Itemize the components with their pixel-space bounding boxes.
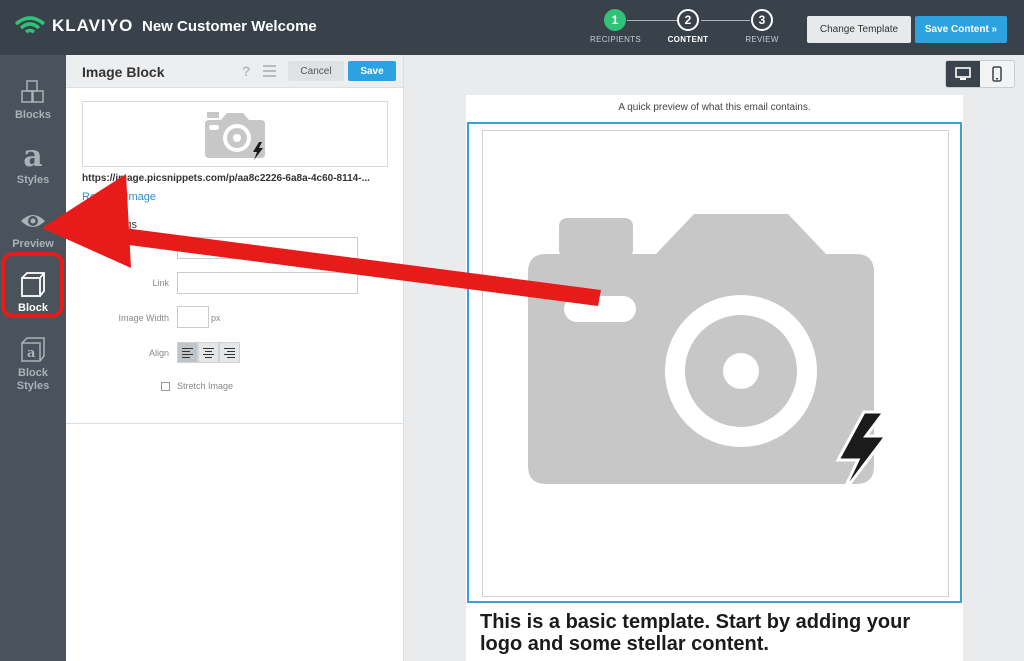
align-right-button[interactable] xyxy=(219,342,240,363)
sidebar-item-styles[interactable]: a Styles xyxy=(0,142,66,187)
sidebar-item-label: Blocks xyxy=(14,109,52,121)
link-input[interactable] xyxy=(177,272,358,294)
image-width-label: Image Width xyxy=(118,313,169,323)
preview-highlight-ring xyxy=(1,252,64,318)
step-content[interactable]: 2 CONTENT xyxy=(663,9,713,44)
menu-icon[interactable] xyxy=(263,65,276,80)
alt-text-input[interactable] xyxy=(177,237,358,259)
blocks-icon xyxy=(21,80,44,103)
step-number: 1 xyxy=(604,9,626,31)
align-center-button[interactable] xyxy=(198,342,219,363)
brand-name: KLAVIYO xyxy=(52,16,134,35)
image-block-editor: Image Block ? Cancel Save https://image.… xyxy=(66,55,404,661)
tool-sidebar: Blocks a Styles Preview Block a Block St… xyxy=(0,55,66,661)
stretch-image-label: Stretch Image xyxy=(177,381,234,391)
desktop-icon xyxy=(955,67,971,80)
image-thumbnail[interactable] xyxy=(82,101,388,167)
step-label: RECIPIENTS xyxy=(590,35,642,44)
sidebar-item-label: Preview xyxy=(12,238,54,250)
camera-icon xyxy=(205,112,265,160)
save-content-button[interactable]: Save Content » xyxy=(915,16,1007,43)
sidebar-item-label: Block Styles xyxy=(16,367,50,392)
block-styles-icon: a xyxy=(21,337,45,362)
klaviyo-logo[interactable]: KLAVIYO xyxy=(14,15,133,37)
align-buttons xyxy=(177,342,240,363)
link-label: Link xyxy=(152,278,169,288)
align-left-button[interactable] xyxy=(177,342,198,363)
image-settings-heading: ge Settings xyxy=(82,219,138,231)
progress-steps: 1 RECIPIENTS 2 CONTENT 3 REVIEW xyxy=(590,9,790,49)
mobile-icon xyxy=(992,66,1002,82)
editor-title: Image Block xyxy=(82,64,165,80)
sidebar-item-block-styles[interactable]: a Block Styles xyxy=(0,335,66,393)
image-width-input[interactable] xyxy=(177,306,209,328)
sidebar-item-preview[interactable]: Preview xyxy=(0,206,66,251)
step-label: REVIEW xyxy=(745,35,779,44)
change-template-button[interactable]: Change Template xyxy=(807,16,911,43)
wifi-logo-icon xyxy=(14,16,46,34)
step-review[interactable]: 3 REVIEW xyxy=(737,9,787,44)
cancel-button[interactable]: Cancel xyxy=(288,61,344,81)
preview-note: A quick preview of what this email conta… xyxy=(618,102,811,113)
align-label: Align xyxy=(148,348,169,358)
campaign-title: New Customer Welcome xyxy=(142,18,317,35)
step-number: 3 xyxy=(751,9,773,31)
sidebar-item-blocks[interactable]: Blocks xyxy=(0,77,66,122)
eye-icon xyxy=(21,215,45,227)
email-canvas: A quick preview of what this email conta… xyxy=(466,95,963,661)
email-preview-area: A quick preview of what this email conta… xyxy=(404,55,1024,661)
desktop-view-button[interactable] xyxy=(946,61,980,87)
replace-image-link[interactable]: Replace Image xyxy=(82,191,156,203)
image-url: https://image.picsnippets.com/p/aa8c2226… xyxy=(82,173,370,184)
save-button[interactable]: Save xyxy=(348,61,396,81)
help-icon[interactable]: ? xyxy=(242,63,251,79)
sidebar-item-label: Styles xyxy=(16,174,50,186)
email-body-text[interactable]: This is a basic template. Start by addin… xyxy=(480,611,940,655)
stretch-image-checkbox[interactable] xyxy=(161,382,170,391)
step-number: 2 xyxy=(677,9,699,31)
email-image[interactable] xyxy=(482,130,949,597)
svg-text:a: a xyxy=(27,346,36,361)
width-unit: px xyxy=(211,313,221,323)
selected-image-block[interactable] xyxy=(467,122,962,603)
styles-icon: a xyxy=(23,139,43,174)
step-label: CONTENT xyxy=(667,35,709,44)
mobile-view-button[interactable] xyxy=(980,61,1014,87)
device-toggle xyxy=(945,60,1015,88)
camera-icon xyxy=(527,213,889,495)
editor-header: Image Block ? Cancel Save xyxy=(66,55,403,88)
panel-divider xyxy=(66,423,403,424)
step-recipients[interactable]: 1 RECIPIENTS xyxy=(590,9,642,44)
top-bar: KLAVIYO New Customer Welcome 1 RECIPIENT… xyxy=(0,0,1024,55)
